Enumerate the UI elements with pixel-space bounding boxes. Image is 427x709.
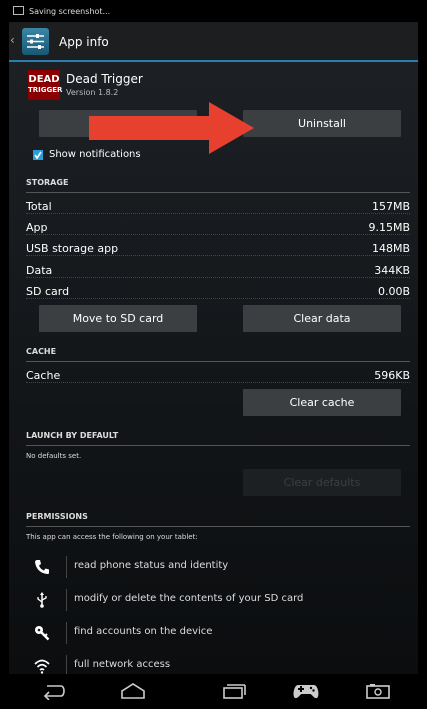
storage-label: Data bbox=[26, 264, 53, 277]
row-leader bbox=[26, 213, 410, 214]
storage-label: SD card bbox=[26, 285, 70, 298]
permission-item[interactable]: read phone status and identity bbox=[26, 552, 410, 584]
status-text: Saving screenshot... bbox=[29, 7, 111, 16]
notifications-checkbox[interactable] bbox=[33, 150, 43, 160]
phone-icon bbox=[35, 560, 49, 574]
storage-divider bbox=[26, 192, 410, 193]
screenshot-button-icon[interactable] bbox=[365, 682, 391, 700]
wifi-icon bbox=[34, 659, 50, 674]
back-icon[interactable] bbox=[41, 682, 67, 700]
permission-separator bbox=[66, 589, 67, 611]
permission-text: full network access bbox=[74, 659, 171, 670]
cache-header: CACHE bbox=[26, 347, 57, 356]
settings-app-icon[interactable] bbox=[22, 28, 49, 55]
permission-item[interactable]: find accounts on the device bbox=[26, 618, 410, 650]
row-leader bbox=[26, 277, 410, 278]
move-to-sd-button[interactable]: Move to SD card bbox=[39, 305, 197, 332]
clear-defaults-button: Clear defaults bbox=[243, 469, 401, 496]
storage-label: Total bbox=[26, 200, 52, 213]
clear-data-button[interactable]: Clear data bbox=[243, 305, 401, 332]
main-content: DEAD TRIGGER Dead Trigger Version 1.8.2 … bbox=[9, 62, 418, 677]
permissions-divider bbox=[26, 526, 410, 527]
storage-value: 9.15MB bbox=[368, 221, 410, 234]
launch-divider bbox=[26, 445, 410, 446]
gamepad-icon[interactable] bbox=[292, 682, 320, 700]
back-caret-icon[interactable]: ‹ bbox=[10, 33, 15, 47]
app-version: Version 1.8.2 bbox=[66, 88, 119, 97]
permission-item[interactable]: modify or delete the contents of your SD… bbox=[26, 585, 410, 617]
storage-value: 344KB bbox=[374, 264, 410, 277]
key-icon bbox=[35, 626, 50, 641]
row-leader bbox=[26, 298, 410, 299]
red-arrow-annotation bbox=[89, 102, 254, 154]
row-leader bbox=[26, 255, 410, 256]
page-title: App info bbox=[59, 35, 109, 49]
cache-value: 596KB bbox=[374, 369, 410, 382]
permission-text: modify or delete the contents of your SD… bbox=[74, 593, 304, 604]
cache-label: Cache bbox=[26, 369, 61, 382]
dead-trigger-logo: DEAD TRIGGER bbox=[28, 70, 63, 100]
permission-text: read phone status and identity bbox=[74, 560, 229, 571]
launch-header: LAUNCH BY DEFAULT bbox=[26, 431, 119, 440]
permissions-intro: This app can access the following on you… bbox=[26, 533, 198, 541]
status-bar: Saving screenshot... bbox=[9, 0, 418, 22]
no-defaults-text: No defaults set. bbox=[26, 452, 82, 460]
row-leader bbox=[26, 234, 410, 235]
storage-value: 0.00B bbox=[377, 285, 410, 298]
screenshot-icon bbox=[13, 6, 24, 15]
action-bar: ‹ App info bbox=[9, 22, 418, 62]
storage-header: STORAGE bbox=[26, 178, 69, 187]
logo-line-2: TRIGGER bbox=[28, 86, 63, 94]
permission-separator bbox=[66, 556, 67, 578]
app-name: Dead Trigger bbox=[66, 72, 143, 86]
usb-icon bbox=[37, 592, 47, 608]
navigation-bar bbox=[9, 674, 418, 709]
storage-label: USB storage app bbox=[26, 242, 119, 255]
permission-separator bbox=[66, 622, 67, 644]
app-info-screen: Saving screenshot... ‹ App info DEAD TRI… bbox=[9, 0, 418, 709]
recent-apps-icon[interactable] bbox=[221, 682, 247, 700]
clear-cache-button[interactable]: Clear cache bbox=[243, 389, 401, 416]
storage-value: 157MB bbox=[371, 200, 410, 213]
permission-text: find accounts on the device bbox=[74, 626, 213, 637]
row-leader bbox=[26, 382, 410, 383]
uninstall-button[interactable]: Uninstall bbox=[243, 110, 401, 137]
cache-divider bbox=[26, 361, 410, 362]
notifications-label: Show notifications bbox=[49, 149, 141, 160]
home-icon[interactable] bbox=[120, 682, 146, 700]
logo-line-1: DEAD bbox=[28, 74, 60, 85]
storage-label: App bbox=[26, 221, 48, 234]
permissions-header: PERMISSIONS bbox=[26, 512, 88, 521]
storage-value: 148MB bbox=[371, 242, 410, 255]
